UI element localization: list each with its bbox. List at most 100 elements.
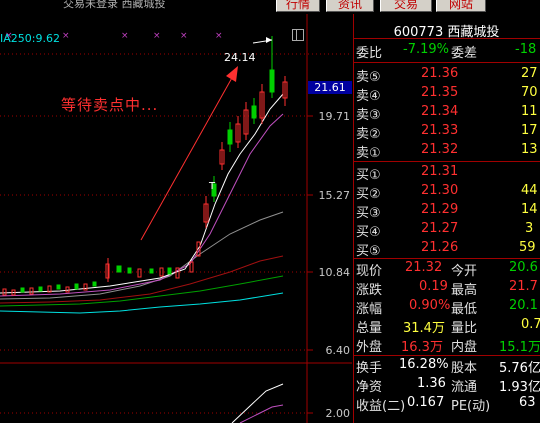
sell-row: 卖④ 21.35 70	[353, 85, 540, 104]
buy-label: 买④	[356, 225, 381, 240]
sell-label: 卖②	[356, 127, 381, 142]
stat-row: 收益(二) 0.167 PE(动) 63	[353, 395, 540, 414]
y-tick-label: 19.71	[318, 110, 351, 123]
sell-price: 21.35	[421, 85, 459, 100]
stat-row: 涨幅 0.90% 最低 20.1	[353, 298, 540, 317]
y-tick-label: 10.84	[318, 266, 351, 279]
current-price-tag: 21.61	[308, 81, 352, 94]
stat-row: 外盘 16.3万 内盘 15.1万	[353, 336, 540, 355]
stat-label: 外盘	[356, 340, 383, 355]
kline-svg: × × × × × × T	[0, 14, 352, 423]
sell-volume: 17	[521, 123, 538, 138]
top-bar: 交易未登录 西藏城投 行情 资讯 交易 网站	[0, 0, 540, 14]
weicha-label: 委差	[451, 46, 478, 61]
stat-value: 16.3万	[401, 340, 443, 355]
y-tick-label: 6.40	[325, 344, 351, 357]
buy-price: 21.30	[421, 183, 459, 198]
svg-text:×: ×	[215, 31, 223, 41]
buy-volume: 3	[525, 221, 534, 236]
buy-row: 买④ 21.27 3	[353, 221, 540, 240]
sell-row: 卖③ 21.34 11	[353, 104, 540, 123]
stat-row: 总量 31.4万 量比 0.7	[353, 317, 540, 336]
buy-price: 21.31	[421, 164, 459, 179]
sell-volume: 11	[521, 104, 538, 119]
buy-volume: 59	[519, 240, 536, 255]
svg-text:×: ×	[180, 31, 188, 41]
sell-row: 卖② 21.33 17	[353, 123, 540, 142]
window-title: 交易未登录 西藏城投	[63, 0, 166, 10]
t-marker: T	[208, 181, 216, 192]
tab-hangqing[interactable]: 行情	[276, 0, 320, 12]
stat-value: 20.1	[509, 298, 538, 313]
stat-row: 净资 1.36 流通 1.93亿	[353, 376, 540, 395]
stat-label: 内盘	[451, 340, 478, 355]
weibi-value: -7.19%	[403, 42, 449, 57]
stat-label: 最低	[451, 302, 478, 317]
buy-label: 买②	[356, 187, 381, 202]
sell-row: 卖① 21.32 13	[353, 142, 540, 161]
sell-row: 卖⑤ 21.36 27	[353, 66, 540, 85]
buy-price: 21.29	[421, 202, 459, 217]
stat-label: 换手	[356, 361, 383, 376]
y-tick-label: 2.00	[325, 407, 351, 420]
buy-row: 买① 21.31	[353, 164, 540, 183]
sell-price: 21.34	[421, 104, 459, 119]
sell-volume: 70	[521, 85, 538, 100]
buy-price: 21.27	[421, 221, 459, 236]
stat-label: 涨幅	[356, 302, 383, 317]
stat-value: 5.76亿	[499, 361, 540, 376]
sell-price: 21.33	[421, 123, 459, 138]
buy-volume: 44	[521, 183, 538, 198]
stat-label: 涨跌	[356, 283, 383, 298]
stat-label: 总量	[356, 321, 383, 336]
stat-value: 21.32	[405, 260, 443, 275]
quote-panel: 600773 西藏城投 委比 -7.19% 委差 -18 卖⑤ 21.36 27…	[353, 14, 540, 423]
stat-label: 收益(二)	[356, 399, 406, 414]
svg-text:×: ×	[121, 31, 129, 41]
stat-value: 21.7	[509, 279, 538, 294]
stat-label: PE(动)	[451, 399, 491, 414]
sell-label: 卖⑤	[356, 70, 381, 85]
stat-value: 0.7	[521, 317, 540, 332]
annotation-text: 等待卖点中...	[61, 96, 159, 114]
ma-label: IA250:9.62	[0, 32, 60, 45]
stat-value: 0.90%	[409, 298, 451, 313]
stat-label: 最高	[451, 283, 478, 298]
stat-value: 16.28%	[399, 357, 449, 372]
sell-volume: 27	[521, 66, 538, 81]
stat-row: 涨跌 0.19 最高 21.7	[353, 279, 540, 298]
svg-text:×: ×	[153, 31, 161, 41]
sell-price: 21.32	[421, 142, 459, 157]
svg-text:×: ×	[62, 31, 70, 41]
stat-label: 量比	[451, 321, 478, 336]
tab-jiaoyi[interactable]: 交易	[380, 0, 432, 12]
sell-label: 卖④	[356, 89, 381, 104]
stat-label: 股本	[451, 361, 478, 376]
stat-value: 63	[519, 395, 536, 410]
stat-row: 现价 21.32 今开 20.6	[353, 260, 540, 279]
stat-value: 15.1万	[499, 340, 540, 355]
sell-label: 卖③	[356, 108, 381, 123]
stat-label: 现价	[356, 264, 383, 279]
stat-value: 1.36	[417, 376, 446, 391]
buy-volume: 14	[521, 202, 538, 217]
stat-label: 今开	[451, 264, 478, 279]
stat-label: 流通	[451, 380, 478, 395]
sell-label: 卖①	[356, 146, 381, 161]
tab-zixun[interactable]: 资讯	[326, 0, 374, 12]
stat-value: 0.167	[407, 395, 445, 410]
kline-chart[interactable]: × × × × × × T IA250:9.62 等待卖点中... 24.14 …	[0, 14, 352, 423]
buy-label: 买③	[356, 206, 381, 221]
stat-label: 净资	[356, 380, 383, 395]
tab-wangzhan[interactable]: 网站	[436, 0, 486, 12]
buy-price: 21.26	[421, 240, 459, 255]
peak-price-label: 24.14	[224, 51, 256, 64]
weibi-row: 委比 -7.19% 委差 -18	[353, 42, 540, 61]
panel-toggle-icon[interactable]	[292, 29, 304, 41]
stat-row: 换手 16.28% 股本 5.76亿	[353, 357, 540, 376]
weicha-value: -18	[515, 42, 537, 57]
buy-label: 买⑤	[356, 244, 381, 259]
stat-value: 1.93亿	[499, 380, 540, 395]
stat-value: 0.19	[419, 279, 448, 294]
stat-value: 20.6	[509, 260, 538, 275]
